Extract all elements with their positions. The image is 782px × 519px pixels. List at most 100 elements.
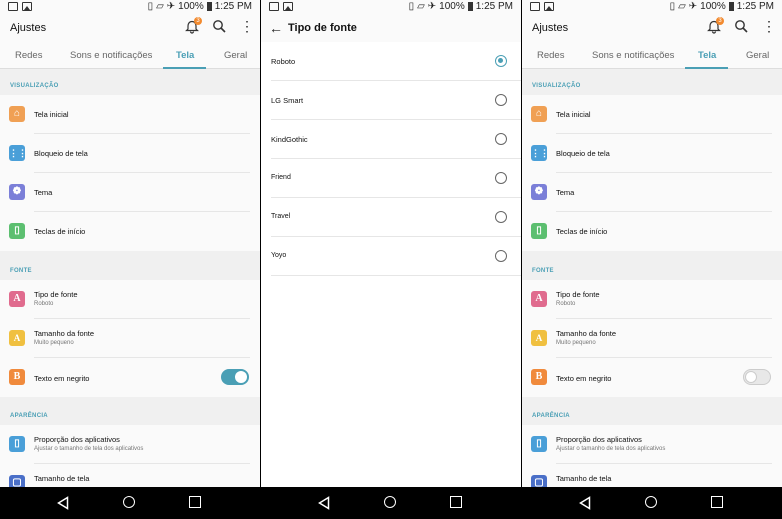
home-keys-icon: ▯ [531,223,547,239]
item-negrito[interactable]: B Texto em negrito [522,358,782,397]
font-option-yoyo[interactable]: Yoyo [261,237,521,276]
item-tela-inicial[interactable]: ⌂ Tela inicial [522,95,782,134]
more-options-icon[interactable]: ⋮ [762,19,776,33]
radio-friend[interactable] [495,172,507,184]
section-fonte: FONTE [532,268,554,274]
font-option-friend[interactable]: Friend [261,159,521,198]
vibrate-icon: ▯ [147,1,154,12]
more-options-icon[interactable]: ⋮ [240,19,254,33]
clock: 1:25 PM [736,1,774,12]
item-teclas[interactable]: ▯ Teclas de início [522,212,782,251]
recents-button[interactable] [450,496,462,508]
gallery-icon [283,2,293,11]
status-bar: ▯ ▱ ✈ 100% 1:25 PM [0,0,260,14]
item-bloqueio[interactable]: ⋮⋮ Bloqueio de tela [522,134,782,173]
back-icon[interactable] [318,496,330,510]
item-tamanho-fonte[interactable]: A Tamanho da fonte Muito pequeno [522,319,782,358]
radio-travel[interactable] [495,211,507,223]
home-icon: ⌂ [9,106,25,122]
back-icon[interactable] [57,496,69,510]
section-visualizacao: VISUALIZAÇÃO [532,83,581,89]
search-button[interactable] [212,19,226,33]
search-icon [735,20,748,33]
notifications-button[interactable]: 3 [707,17,724,34]
home-icon: ⌂ [531,106,547,122]
settings-screen-bold-off: ▯ ▱ ✈ 100% 1:25 PM Ajustes 3 ⋮ Redes Son… [522,0,782,519]
lock-screen-icon: ⋮⋮ [9,145,27,161]
tab-sons[interactable]: Sons e notificações [592,50,674,61]
page-title: Ajustes [532,22,569,34]
font-size-icon: A [9,330,25,346]
app-bar: ← Tipo de fonte [261,14,521,43]
clock: 1:25 PM [475,1,513,12]
font-option-kindgothic[interactable]: KindGothic [261,120,521,159]
navigation-bar [0,487,260,519]
item-teclas[interactable]: ▯ Teclas de início [0,212,260,251]
notification-badge: 3 [716,17,724,25]
item-tamanho-fonte[interactable]: A Tamanho da fonte Muito pequeno [0,319,260,358]
font-picker-screen: ▯ ▱ ✈ 100% 1:25 PM ← Tipo de fonte Robot… [261,0,521,519]
item-tema[interactable]: ❁ Tema [522,173,782,212]
radio-yoyo[interactable] [495,250,507,262]
item-negrito[interactable]: B Texto em negrito [0,358,260,397]
bold-toggle[interactable] [221,369,249,385]
font-size-icon: A [531,330,547,346]
item-tipo-fonte[interactable]: A Tipo de fonte Roboto [522,280,782,319]
app-ratio-icon: ▯ [531,436,547,452]
bold-icon: B [9,369,25,385]
home-button[interactable] [123,496,135,508]
home-button[interactable] [645,496,657,508]
no-sim-icon: ▱ [417,1,425,12]
battery-icon [728,2,734,11]
item-proporcao[interactable]: ▯ Proporção dos aplicativos Ajustar o ta… [0,425,260,464]
back-icon[interactable] [579,496,591,510]
battery-percent: 100% [439,1,465,12]
page-title: Tipo de fonte [288,22,357,34]
bold-toggle[interactable] [743,369,771,385]
battery-percent: 100% [700,1,726,12]
radio-lg-smart[interactable] [495,94,507,106]
tab-redes[interactable]: Redes [537,50,564,61]
tab-tela[interactable]: Tela [698,50,716,61]
back-arrow-icon[interactable]: ← [269,20,283,36]
theme-icon: ❁ [531,184,547,200]
navigation-bar [261,487,521,519]
no-sim-icon: ▱ [156,1,164,12]
page-title: Ajustes [10,22,47,34]
search-button[interactable] [734,19,748,33]
section-fonte: FONTE [10,268,32,274]
item-bloqueio[interactable]: ⋮⋮ Bloqueio de tela [0,134,260,173]
tab-tela[interactable]: Tela [176,50,194,61]
item-tema[interactable]: ❁ Tema [0,173,260,212]
item-tela-inicial[interactable]: ⌂ Tela inicial [0,95,260,134]
tab-sons[interactable]: Sons e notificações [70,50,152,61]
font-option-lg-smart[interactable]: LG Smart [261,81,521,120]
gallery-icon [22,2,32,11]
item-proporcao[interactable]: ▯ Proporção dos aplicativos Ajustar o ta… [522,425,782,464]
app-ratio-icon: ▯ [9,436,25,452]
font-option-roboto[interactable]: Roboto [261,42,521,81]
recents-button[interactable] [189,496,201,508]
item-tipo-fonte[interactable]: A Tipo de fonte Roboto [0,280,260,319]
battery-percent: 100% [178,1,204,12]
clock: 1:25 PM [214,1,252,12]
app-bar: Ajustes 3 ⋮ [522,14,782,42]
notifications-button[interactable]: 3 [185,17,202,34]
airplane-icon: ✈ [427,1,437,12]
tab-redes[interactable]: Redes [15,50,42,61]
theme-icon: ❁ [9,184,25,200]
tab-geral[interactable]: Geral [746,50,769,61]
tab-bar: Redes Sons e notificações Tela Geral [522,42,782,69]
battery-icon [467,2,473,11]
recents-button[interactable] [711,496,723,508]
home-button[interactable] [384,496,396,508]
airplane-icon: ✈ [166,1,176,12]
font-option-travel[interactable]: Travel [261,198,521,237]
radio-roboto[interactable] [495,55,507,67]
battery-icon [206,2,212,11]
vibrate-icon: ▯ [408,1,415,12]
search-icon [213,20,226,33]
tab-geral[interactable]: Geral [224,50,247,61]
screenshot-icon [8,2,18,11]
radio-kindgothic[interactable] [495,133,507,145]
